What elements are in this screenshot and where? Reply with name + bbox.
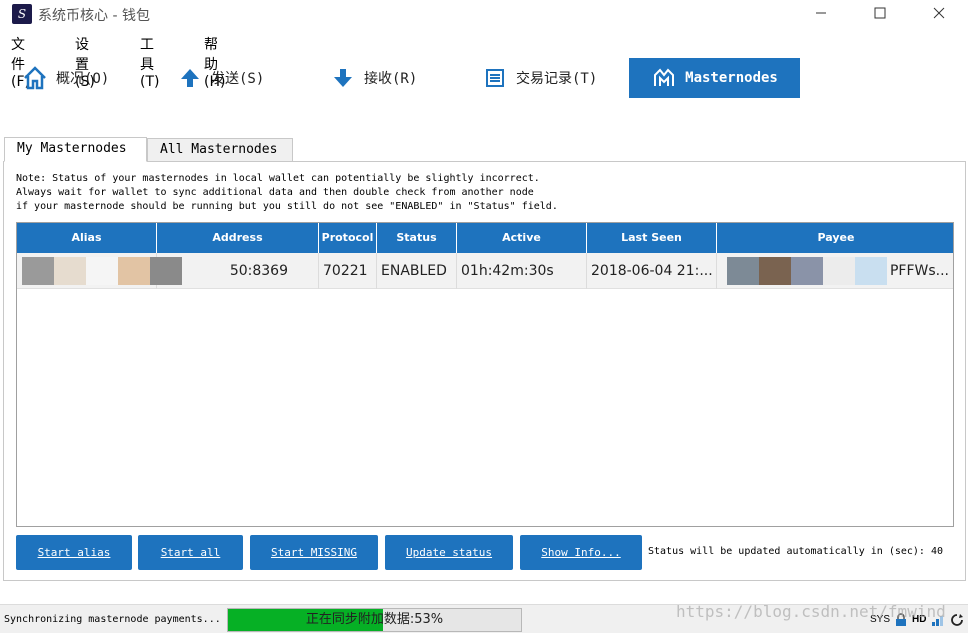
- menu-tools[interactable]: 工具(T): [140, 34, 159, 90]
- table-header: Alias Address Protocol Status Active Las…: [17, 223, 953, 253]
- cell-protocol: 70221: [319, 253, 377, 289]
- column-header-alias[interactable]: Alias: [17, 223, 157, 253]
- show-info-button[interactable]: Show Info...: [520, 535, 642, 570]
- title-bar: S 系统币核心 - 钱包: [0, 0, 968, 30]
- window-title: 系统币核心 - 钱包: [38, 8, 150, 24]
- tab-my-masternodes[interactable]: My Masternodes: [4, 137, 147, 162]
- list-icon: [482, 65, 508, 91]
- app-logo-icon: S: [12, 4, 32, 24]
- watermark: https://blog.csdn.net/fmwind: [676, 602, 946, 621]
- minimize-icon: [816, 12, 826, 14]
- toolbar-masternodes[interactable]: Masternodes: [629, 58, 800, 98]
- maximize-button[interactable]: [857, 0, 903, 30]
- column-header-status[interactable]: Status: [377, 223, 457, 253]
- arrow-down-icon: [330, 65, 356, 91]
- cell-alias: [17, 253, 157, 289]
- note-line: Note: Status of your masternodes in loca…: [16, 173, 540, 184]
- sync-status-text: Synchronizing masternode payments...: [4, 614, 221, 625]
- cell-active: 01h:42m:30s: [457, 253, 587, 289]
- sync-progress-text: 正在同步附加数据:53%: [305, 612, 444, 627]
- start-all-button[interactable]: Start all: [138, 535, 243, 570]
- close-button[interactable]: [916, 0, 962, 30]
- sync-spinner-icon[interactable]: [950, 612, 964, 626]
- toolbar-masternodes-label: Masternodes: [685, 70, 778, 86]
- column-header-protocol[interactable]: Protocol: [319, 223, 377, 253]
- tab-all-masternodes[interactable]: All Masternodes: [147, 138, 293, 162]
- masternode-icon: [651, 65, 677, 91]
- column-header-active[interactable]: Active: [457, 223, 587, 253]
- toolbar-send[interactable]: 发送(S): [177, 58, 297, 98]
- toolbar-receive-label: 接收(R): [364, 71, 418, 87]
- toolbar-send-label: 发送(S): [211, 71, 265, 87]
- sync-progress-bar: 正在同步附加数据:53%: [227, 608, 522, 632]
- note-line: if your masternode should be running but…: [16, 201, 558, 212]
- cell-last-seen: 2018-06-04 21:...: [587, 253, 717, 289]
- toolbar-overview-label: 概况(O): [56, 71, 110, 87]
- start-missing-button[interactable]: Start MISSING: [250, 535, 378, 570]
- column-header-address[interactable]: Address: [157, 223, 319, 253]
- cell-status: ENABLED: [377, 253, 457, 289]
- toolbar-receive[interactable]: 接收(R): [330, 58, 450, 98]
- update-status-button[interactable]: Update status: [385, 535, 513, 570]
- start-alias-button[interactable]: Start alias: [16, 535, 132, 570]
- toolbar-overview[interactable]: 概况(O): [22, 58, 142, 98]
- arrow-up-icon: [177, 65, 203, 91]
- toolbar-transactions[interactable]: 交易记录(T): [482, 58, 622, 98]
- maximize-icon: [874, 7, 886, 19]
- close-icon: [933, 7, 945, 19]
- minimize-button[interactable]: [798, 0, 844, 30]
- table-row[interactable]: 50:8369 70221 ENABLED 01h:42m:30s 2018-0…: [17, 253, 953, 289]
- toolbar-transactions-label: 交易记录(T): [516, 71, 598, 87]
- column-header-last-seen[interactable]: Last Seen: [587, 223, 717, 253]
- auto-update-countdown: Status will be updated automatically in …: [648, 546, 944, 557]
- column-header-payee[interactable]: Payee: [717, 223, 953, 253]
- masternode-table[interactable]: Alias Address Protocol Status Active Las…: [16, 222, 954, 527]
- note-line: Always wait for wallet to sync additiona…: [16, 187, 534, 198]
- home-icon: [22, 65, 48, 91]
- cell-address: 50:8369: [157, 253, 319, 289]
